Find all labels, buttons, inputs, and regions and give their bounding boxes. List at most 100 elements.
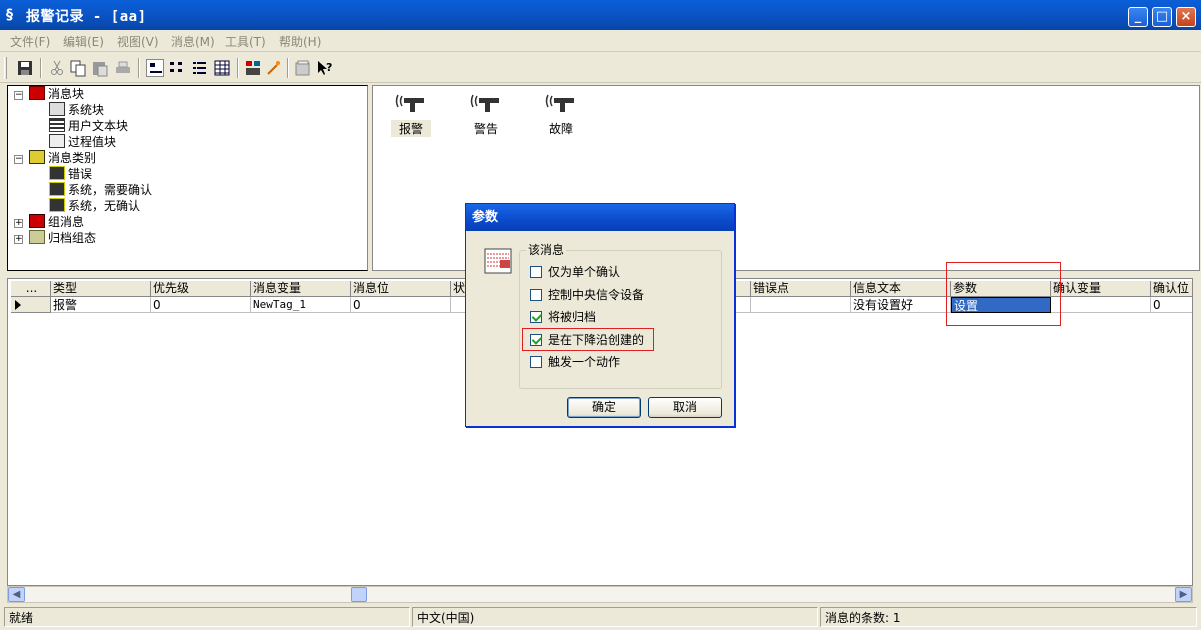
- checkbox-single-ack[interactable]: 仅为单个确认: [530, 263, 620, 281]
- scroll-right-button[interactable]: ▶: [1175, 587, 1192, 602]
- column-header[interactable]: 类型: [51, 281, 151, 297]
- tree-node-system-block[interactable]: 系统块: [49, 102, 104, 118]
- cancel-button[interactable]: 取消: [648, 397, 722, 418]
- status-message-count: 消息的条数: 1: [820, 607, 1197, 627]
- tree-node-system-noack[interactable]: 系统，无确认: [49, 198, 140, 214]
- cell-message-tag[interactable]: NewTag_1: [251, 297, 351, 313]
- column-header[interactable]: 错误点: [751, 281, 851, 297]
- menu-file[interactable]: 文件(F): [10, 33, 50, 50]
- tree-node-user-text-block[interactable]: 用户文本块: [49, 118, 128, 134]
- details-icon[interactable]: [213, 59, 231, 77]
- checkbox-trigger-action[interactable]: 触发一个动作: [530, 353, 620, 371]
- tree-label: 系统，无确认: [68, 199, 141, 213]
- properties-icon[interactable]: [294, 59, 312, 77]
- group-message-icon: [29, 214, 45, 228]
- column-header[interactable]: 信息文本: [851, 281, 951, 297]
- maximize-button[interactable]: □: [1152, 7, 1172, 27]
- column-header[interactable]: 确认位: [1151, 281, 1192, 297]
- status-ready: 就绪: [4, 607, 410, 627]
- icon-item-warning[interactable]: 警告: [466, 91, 506, 137]
- tree-label: 错误: [68, 167, 93, 181]
- tree-node-message-blocks[interactable]: 消息块: [29, 86, 84, 102]
- tree-node-archive-config[interactable]: 归档组态: [29, 230, 96, 246]
- checkbox-archived[interactable]: 将被归档: [530, 308, 596, 326]
- window-title: 报警记录 - [aa]: [26, 9, 147, 25]
- user-text-block-icon: [49, 118, 65, 132]
- close-button[interactable]: ×: [1176, 7, 1196, 27]
- save-icon[interactable]: [16, 59, 34, 77]
- tree-node-process-value-block[interactable]: 过程值块: [49, 134, 116, 150]
- scroll-thumb[interactable]: [351, 587, 367, 602]
- expand-toggle[interactable]: +: [14, 219, 23, 228]
- collapse-toggle[interactable]: −: [14, 91, 23, 100]
- checkbox-central-signaling[interactable]: 控制中央信令设备: [530, 286, 644, 304]
- minimize-icon: _: [1134, 9, 1142, 24]
- large-icons-icon[interactable]: [146, 59, 164, 77]
- title-bar: § 报警记录 - [aa] _ □ ×: [0, 0, 1201, 30]
- horn-icon: [395, 94, 424, 112]
- system-class-icon: [49, 198, 65, 212]
- checkbox-box[interactable]: [530, 289, 542, 301]
- cell-ack-tag[interactable]: [1051, 297, 1151, 313]
- menu-view[interactable]: 视图(V): [117, 33, 159, 50]
- icon-item-alarm[interactable]: 报警: [391, 91, 431, 137]
- column-header[interactable]: 消息位: [351, 281, 451, 297]
- maximize-icon: □: [1155, 9, 1169, 24]
- scroll-left-button[interactable]: ◀: [8, 587, 25, 602]
- horizontal-scrollbar[interactable]: ◀ ▶: [7, 586, 1193, 603]
- column-header[interactable]: 优先级: [151, 281, 251, 297]
- wizard-icon[interactable]: [265, 59, 283, 77]
- cell-message-bit[interactable]: 0: [351, 297, 451, 313]
- copy-icon[interactable]: [69, 59, 87, 77]
- print-icon[interactable]: [114, 59, 132, 77]
- list-icon[interactable]: [191, 59, 209, 77]
- message-class-icon: [29, 150, 45, 164]
- message-tree[interactable]: − 消息块 系统块 用户文本块 过程值块 − 消息类别 错误 系统，需要确认 系…: [7, 85, 368, 271]
- tree-node-group-messages[interactable]: 组消息: [29, 214, 84, 230]
- checkbox-box[interactable]: [530, 311, 542, 323]
- menu-help[interactable]: 帮助(H): [279, 33, 321, 50]
- system-block-icon: [49, 102, 65, 116]
- checkbox-label: 将被归档: [548, 310, 597, 324]
- ok-button[interactable]: 确定: [567, 397, 641, 418]
- group-label: 该消息: [526, 241, 567, 258]
- svg-text:?: ?: [326, 61, 332, 74]
- menu-message[interactable]: 消息(M): [171, 33, 215, 50]
- collapse-toggle[interactable]: −: [14, 155, 23, 164]
- message-parameters-icon: [484, 246, 514, 278]
- cell-type[interactable]: 报警: [51, 297, 151, 313]
- toolbar-separator: [287, 58, 289, 78]
- toolbar-grip[interactable]: [4, 57, 7, 79]
- menu-edit[interactable]: 编辑(E): [63, 33, 104, 50]
- status-bar: 就绪 中文(中国) 消息的条数: 1: [0, 604, 1201, 630]
- checkbox-label: 触发一个动作: [548, 355, 621, 369]
- archive-icon: [29, 230, 45, 244]
- expand-toggle[interactable]: +: [14, 235, 23, 244]
- row-selector[interactable]: [11, 297, 51, 313]
- cell-ack-bit[interactable]: 0: [1151, 297, 1192, 313]
- toolbar-separator: [138, 58, 140, 78]
- checkbox-box[interactable]: [530, 356, 542, 368]
- toolbar: ?: [0, 53, 1201, 83]
- tree-node-error[interactable]: 错误: [49, 166, 92, 182]
- cell-priority[interactable]: 0: [151, 297, 251, 313]
- small-icons-icon[interactable]: [168, 59, 186, 77]
- cell-error-point[interactable]: [751, 297, 851, 313]
- column-header[interactable]: 消息变量: [251, 281, 351, 297]
- icon-item-fault[interactable]: 故障: [541, 91, 581, 137]
- tree-node-system-ack[interactable]: 系统，需要确认: [49, 182, 152, 198]
- column-header[interactable]: 确认变量: [1051, 281, 1151, 297]
- paste-icon[interactable]: [91, 59, 109, 77]
- menu-tools[interactable]: 工具(T): [225, 33, 266, 50]
- help-icon[interactable]: ?: [316, 59, 334, 77]
- tree-node-message-classes[interactable]: 消息类别: [29, 150, 96, 166]
- checkbox-label: 控制中央信令设备: [548, 288, 645, 302]
- cell-info-text[interactable]: 没有设置好: [851, 297, 951, 313]
- cut-icon[interactable]: [48, 59, 66, 77]
- annotation-highlight-parameters: [946, 262, 1061, 326]
- table-corner[interactable]: ...: [11, 281, 51, 297]
- alarm-logging-icon[interactable]: [244, 59, 262, 77]
- minimize-button[interactable]: _: [1128, 7, 1148, 27]
- checkbox-box[interactable]: [530, 266, 542, 278]
- parameters-dialog: 参数 该消息 仅为单个确认 控制中央信令设备 将被归档 是在下降沿创建的 触发一…: [465, 203, 735, 427]
